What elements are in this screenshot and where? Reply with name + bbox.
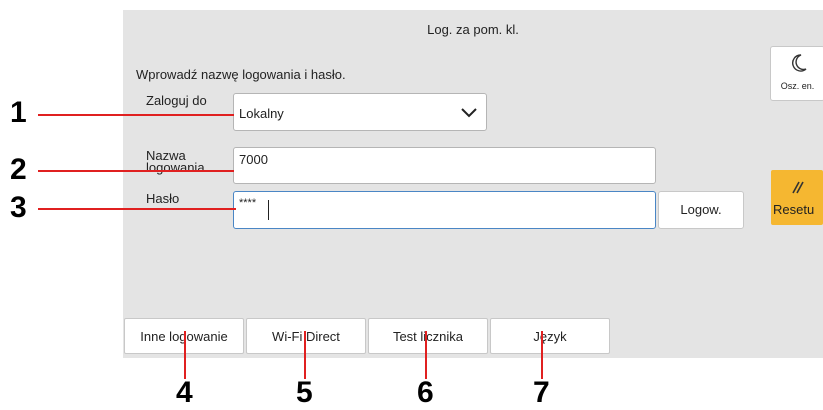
chevron-down-icon	[461, 106, 477, 121]
callout-number-4: 4	[176, 376, 193, 409]
login-name-label-line2: logowania	[146, 160, 205, 175]
login-panel: Log. za pom. kl. Wprowadź nazwę logowani…	[123, 10, 823, 358]
callout-number-1: 1	[10, 96, 27, 129]
energy-saver-label: Osz. en.	[780, 81, 815, 91]
callout-line-2	[38, 170, 234, 172]
login-button[interactable]: Logow.	[658, 191, 744, 229]
login-button-label: Logow.	[680, 202, 722, 217]
callout-number-7: 7	[533, 376, 550, 409]
callout-number-3: 3	[10, 191, 27, 224]
callout-line-7	[541, 331, 543, 379]
moon-icon	[791, 54, 807, 75]
page-title: Log. za pom. kl.	[427, 22, 519, 37]
callout-number-2: 2	[10, 153, 27, 186]
callout-line-5	[304, 331, 306, 379]
login-to-label: Zaloguj do	[146, 93, 207, 108]
callout-line-4	[184, 331, 186, 379]
login-name-input[interactable]: 7000	[233, 147, 656, 184]
tab-wifi-direct[interactable]: Wi-Fi Direct	[246, 318, 366, 354]
callout-number-6: 6	[417, 376, 434, 409]
energy-saver-button[interactable]: Osz. en.	[770, 46, 823, 101]
reset-icon	[791, 179, 805, 200]
text-cursor	[268, 200, 269, 220]
instruction-text: Wprowadź nazwę logowania i hasło.	[136, 67, 346, 82]
tab-counter-check-label: Test licznika	[392, 328, 464, 344]
login-to-value: Lokalny	[239, 106, 284, 121]
password-input[interactable]: ****	[233, 191, 656, 229]
callout-number-5: 5	[296, 376, 313, 409]
password-value: ****	[239, 197, 257, 209]
reset-label: Resetu	[773, 202, 815, 217]
callout-line-3	[38, 208, 236, 210]
callout-line-6	[425, 331, 427, 379]
tab-language[interactable]: Język	[490, 318, 610, 354]
password-label: Hasło	[146, 191, 180, 206]
tab-language-label: Język	[533, 328, 567, 344]
login-name-value: 7000	[239, 152, 268, 167]
reset-button[interactable]: Resetu	[771, 170, 823, 225]
tab-counter-check[interactable]: Test licznika	[368, 318, 488, 354]
callout-line-1	[38, 114, 234, 116]
login-to-dropdown[interactable]: Lokalny	[233, 93, 487, 131]
